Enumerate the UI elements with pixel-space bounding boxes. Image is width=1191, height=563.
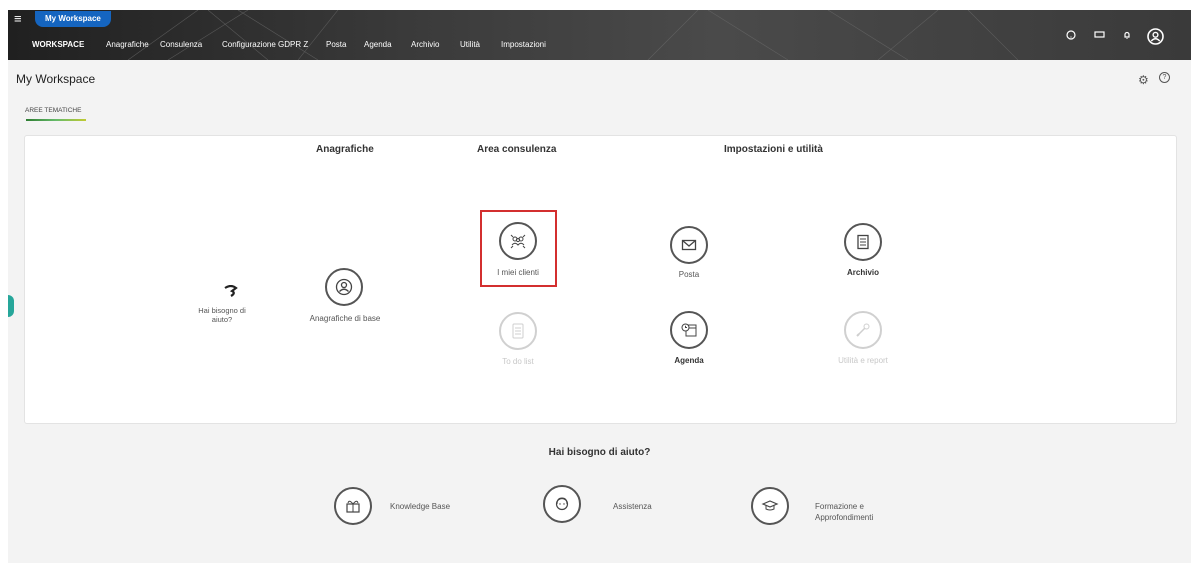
- formazione-label[interactable]: Formazione e Approfondimenti: [815, 501, 890, 523]
- top-navigation-bar: ≡ My Workspace WORKSPACE Anagrafiche Con…: [8, 10, 1191, 60]
- thematic-areas-card: [24, 135, 1177, 424]
- hamburger-menu-icon[interactable]: ≡: [14, 12, 26, 25]
- miei-clienti-button[interactable]: [499, 222, 537, 260]
- menu-item-agenda[interactable]: Agenda: [364, 40, 392, 49]
- formazione-button[interactable]: [751, 487, 789, 525]
- assistenza-label[interactable]: Assistenza: [613, 501, 652, 512]
- help-section-title: Hai bisogno di aiuto?: [548, 447, 651, 458]
- menu-item-consulenza[interactable]: Consulenza: [160, 40, 202, 49]
- user-circle-icon: [335, 278, 353, 296]
- tools-icon: [856, 323, 870, 337]
- user-icon[interactable]: [1145, 28, 1165, 48]
- header-decoration: [127, 10, 1019, 60]
- workspace-pill[interactable]: My Workspace: [35, 11, 111, 27]
- section-heading-consulenza: Area consulenza: [477, 144, 557, 155]
- menu-item-gdpr[interactable]: Configurazione GDPR Z: [222, 40, 308, 49]
- assistenza-button[interactable]: [543, 485, 581, 523]
- menu-item-posta[interactable]: Posta: [326, 40, 346, 49]
- todo-list-label: To do list: [502, 357, 534, 366]
- clients-group-icon: [510, 234, 526, 249]
- left-edge: [0, 10, 8, 563]
- anagrafiche-base-label: Anagrafiche di base: [309, 314, 381, 323]
- agenda-label: Agenda: [674, 356, 704, 365]
- page-title: My Workspace: [16, 72, 96, 86]
- help-icon[interactable]: [1061, 28, 1081, 43]
- graduation-cap-icon: [761, 500, 779, 511]
- app-window: ≡ My Workspace WORKSPACE Anagrafiche Con…: [8, 10, 1191, 563]
- miei-clienti-label: I miei clienti: [497, 268, 539, 277]
- section-heading-anagrafiche: Anagrafiche: [316, 144, 374, 155]
- menu-item-anagrafiche[interactable]: Anagrafiche: [106, 40, 149, 49]
- utilita-report-button[interactable]: [844, 311, 882, 349]
- menu-item-archivio[interactable]: Archivio: [411, 40, 439, 49]
- calendar-clock-icon: [681, 323, 697, 337]
- menu-item-workspace[interactable]: WORKSPACE: [32, 40, 84, 49]
- tab-active-indicator: [26, 119, 86, 121]
- help-link-label: Hai bisogno di aiuto?: [198, 306, 246, 324]
- side-drawer-handle[interactable]: [8, 295, 14, 317]
- utilita-report-label: Utilità e report: [838, 356, 888, 365]
- posta-button[interactable]: [670, 226, 708, 264]
- bell-icon[interactable]: [1117, 28, 1137, 43]
- knowledge-base-label[interactable]: Knowledge Base: [390, 501, 450, 512]
- archivio-label: Archivio: [846, 268, 880, 277]
- gift-box-icon: [346, 500, 360, 513]
- todo-list-button[interactable]: [499, 312, 537, 350]
- menu-item-impostazioni[interactable]: Impostazioni: [501, 40, 546, 49]
- knowledge-base-button[interactable]: [334, 487, 372, 525]
- page-help-icon[interactable]: ?: [1159, 72, 1170, 83]
- help-chat-icon: [224, 285, 238, 297]
- mail-icon: [681, 239, 697, 251]
- anagrafiche-base-button[interactable]: [325, 268, 363, 306]
- posta-label: Posta: [678, 270, 700, 279]
- tab-aree-tematiche[interactable]: AREE TEMATICHE: [25, 107, 81, 114]
- archive-document-icon: [857, 234, 869, 250]
- clipboard-list-icon: [512, 323, 524, 339]
- support-agent-icon: [555, 497, 569, 511]
- archivio-button[interactable]: [844, 223, 882, 261]
- screen-icon[interactable]: [1089, 28, 1109, 43]
- section-heading-impostazioni: Impostazioni e utilità: [724, 144, 823, 155]
- settings-gear-icon[interactable]: ⚙: [1138, 73, 1149, 87]
- menu-item-utilita[interactable]: Utilità: [460, 40, 480, 49]
- agenda-button[interactable]: [670, 311, 708, 349]
